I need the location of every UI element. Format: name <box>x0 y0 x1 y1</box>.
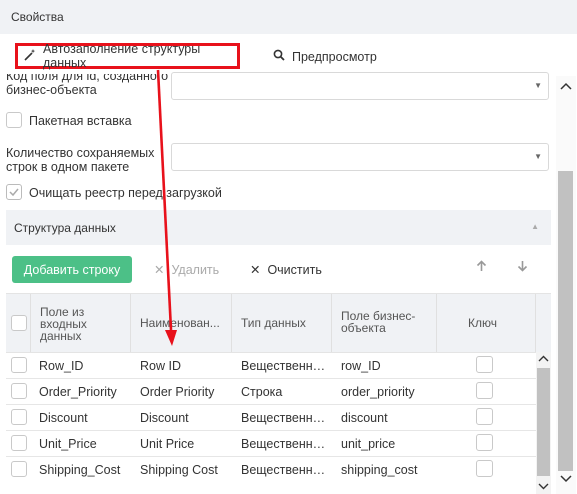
row-checkbox[interactable] <box>11 383 27 399</box>
col-header-data-type[interactable]: Тип данных <box>241 317 306 329</box>
section-title: Структура данных <box>14 221 116 235</box>
key-checkbox[interactable] <box>476 408 493 425</box>
cell-name: Shipping Cost <box>140 463 218 477</box>
key-field-label: Код поля для id, созданного бизнес-объек… <box>6 74 169 97</box>
add-row-button[interactable]: Добавить строку <box>12 256 132 283</box>
preview-label: Предпросмотр <box>292 49 377 64</box>
delete-button[interactable]: ✕ Удалить <box>154 262 219 277</box>
row-checkbox[interactable] <box>11 435 27 451</box>
cell-business-field: row_ID <box>341 359 381 373</box>
key-checkbox[interactable] <box>476 460 493 477</box>
column-divider <box>30 294 31 352</box>
col-header-key[interactable]: Ключ <box>468 317 497 329</box>
cell-data-type: Вещественн… <box>241 463 326 477</box>
clear-label: Очистить <box>267 263 322 277</box>
clear-registry-checkbox[interactable] <box>6 184 22 200</box>
clear-registry-label: Очищать реестр перед загрузкой <box>29 186 222 200</box>
row-checkbox[interactable] <box>11 409 27 425</box>
cell-input-field: Row_ID <box>39 359 84 373</box>
scroll-up-icon[interactable] <box>538 354 549 364</box>
cell-name: Row ID <box>140 359 181 373</box>
column-divider <box>436 294 437 352</box>
scroll-up-icon[interactable] <box>560 82 572 93</box>
cell-business-field: unit_price <box>341 437 396 451</box>
cell-input-field: Discount <box>39 411 88 425</box>
grid-scrollbar[interactable] <box>536 352 551 494</box>
cell-business-field: order_priority <box>341 385 415 399</box>
select-all-checkbox[interactable] <box>11 315 27 331</box>
close-icon: ✕ <box>154 263 165 277</box>
autofill-structure-button[interactable]: Автозаполнение структуры данных <box>15 42 240 70</box>
delete-label: Удалить <box>171 263 220 277</box>
col-header-name[interactable]: Наименован... <box>140 317 220 329</box>
search-icon <box>273 49 285 64</box>
table-row[interactable]: Unit_Price Unit Price Вещественн… unit_p… <box>6 431 536 457</box>
close-icon: ✕ <box>250 263 261 277</box>
table-row[interactable]: Discount Discount Вещественн… discount <box>6 405 536 431</box>
scroll-down-icon[interactable] <box>560 475 572 486</box>
preview-button[interactable]: Предпросмотр <box>273 49 377 64</box>
autofill-label: Автозаполнение структуры данных <box>43 42 201 70</box>
cell-data-type: Строка <box>241 385 283 399</box>
table-row[interactable]: Shipping_Cost Shipping Cost Вещественн… … <box>6 457 536 482</box>
col-header-business-field[interactable]: Поле бизнес- объекта <box>341 310 415 334</box>
scroll-down-icon[interactable] <box>538 482 549 492</box>
cell-business-field: discount <box>341 411 388 425</box>
cell-business-field: shipping_cost <box>341 463 418 477</box>
cell-name: Order Priority <box>140 385 215 399</box>
cell-data-type: Вещественн… <box>241 359 326 373</box>
column-divider <box>231 294 232 352</box>
grid-header: Поле из входных данных Наименован... Тип… <box>6 293 551 353</box>
scrollbar-thumb[interactable] <box>537 368 550 476</box>
cell-data-type: Вещественн… <box>241 411 326 425</box>
clear-button[interactable]: ✕ Очистить <box>250 262 322 277</box>
chevron-down-icon: ▼ <box>534 152 542 161</box>
move-down-icon[interactable] <box>517 260 528 275</box>
checkmark-icon <box>9 188 19 197</box>
row-checkbox[interactable] <box>11 461 27 477</box>
properties-title: Свойства <box>11 10 64 24</box>
key-checkbox[interactable] <box>476 434 493 451</box>
data-structure-section-header[interactable]: Структура данных ▲ <box>6 210 551 245</box>
column-divider <box>331 294 332 352</box>
key-checkbox[interactable] <box>476 356 493 373</box>
chevron-down-icon: ▼ <box>534 81 542 90</box>
key-checkbox[interactable] <box>476 382 493 399</box>
table-row[interactable]: Order_Priority Order Priority Строка ord… <box>6 379 536 405</box>
key-field-select[interactable]: ▼ <box>171 72 549 100</box>
cell-name: Unit Price <box>140 437 195 451</box>
column-divider <box>130 294 131 352</box>
column-divider <box>535 294 536 352</box>
properties-header: Свойства <box>0 0 577 34</box>
row-checkbox[interactable] <box>11 357 27 373</box>
move-up-icon[interactable] <box>476 260 487 275</box>
rows-per-batch-label: Количество сохраняемых строк в одном пак… <box>6 146 155 174</box>
cell-input-field: Shipping_Cost <box>39 463 121 477</box>
col-header-input-field[interactable]: Поле из входных данных <box>40 306 87 342</box>
cell-data-type: Вещественн… <box>241 437 326 451</box>
scrollbar-thumb[interactable] <box>558 171 573 471</box>
rows-per-batch-select[interactable]: ▼ <box>171 143 549 171</box>
cell-input-field: Order_Priority <box>39 385 117 399</box>
properties-scrollbar[interactable] <box>556 76 576 494</box>
cell-input-field: Unit_Price <box>39 437 97 451</box>
cell-name: Discount <box>140 411 189 425</box>
table-row[interactable]: Row_ID Row ID Вещественн… row_ID <box>6 353 536 379</box>
batch-insert-label: Пакетная вставка <box>29 114 132 128</box>
collapse-icon[interactable]: ▲ <box>531 222 539 231</box>
batch-insert-checkbox[interactable] <box>6 112 22 128</box>
magic-wand-icon <box>24 48 36 64</box>
